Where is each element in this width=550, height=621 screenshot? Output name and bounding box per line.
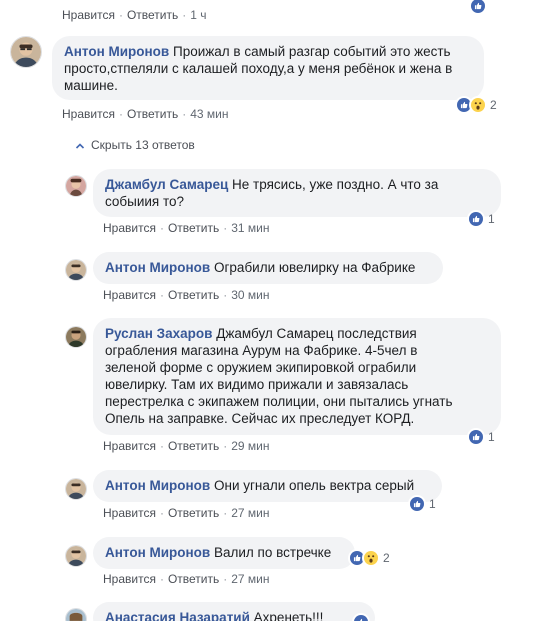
comment-actions: Нравится · Ответить · 43 мин [62, 107, 229, 121]
avatar[interactable] [65, 326, 87, 348]
reply-text-line: Опель на заправке. Сейчас их преследует … [105, 411, 415, 426]
reply-bubble: Джамбул Самарец Не трясись, уже поздно. … [93, 169, 501, 217]
timestamp[interactable]: 43 мин [190, 107, 228, 121]
reaction-count: 2 [490, 98, 497, 112]
timestamp[interactable]: 30 мин [231, 288, 269, 302]
like-link[interactable]: Нравится [103, 506, 156, 520]
like-reaction-icon [469, 0, 487, 15]
like-link[interactable]: Нравится [103, 439, 156, 453]
hide-replies-label: Скрыть 13 ответов [91, 138, 195, 152]
timestamp[interactable]: 27 мин [231, 572, 269, 586]
reply-link[interactable]: Ответить [127, 107, 178, 121]
like-link[interactable]: Нравится [103, 288, 156, 302]
reply-text-line: собыиия то? [105, 194, 185, 209]
reaction-summary[interactable]: 2 [455, 95, 497, 115]
reply-actions: Нравится · Ответить · 27 мин [103, 572, 270, 586]
reply-author[interactable]: Антон Миронов [105, 260, 210, 275]
reaction-count: 1 [488, 430, 495, 444]
avatar[interactable] [65, 478, 87, 500]
reply-link[interactable]: Ответить [168, 439, 219, 453]
like-link[interactable]: Нравится [62, 8, 115, 22]
wow-reaction-icon [469, 96, 487, 114]
timestamp[interactable]: 29 мин [231, 439, 269, 453]
reply-link[interactable]: Ответить [168, 288, 219, 302]
reply-link[interactable]: Ответить [168, 221, 219, 235]
reaction-count: 2 [383, 551, 390, 565]
reaction-summary[interactable] [352, 612, 370, 621]
reaction-summary[interactable]: 1 [467, 427, 495, 447]
reply-text-line: ограбления магазина Аурум на Фабрике. 4-… [105, 343, 418, 358]
reply-actions: Нравится · Ответить · 27 мин [103, 506, 270, 520]
chevron-up-icon [75, 140, 85, 150]
reply-author[interactable]: Антон Миронов [105, 478, 210, 493]
reaction-summary[interactable]: 2 [348, 548, 390, 568]
reply-text-line: Валил по встречке [214, 545, 332, 560]
like-reaction-icon [467, 210, 485, 228]
timestamp[interactable]: 27 мин [231, 506, 269, 520]
reply-actions: Нравится · Ответить · 31 мин [103, 221, 270, 235]
like-link[interactable]: Нравится [103, 221, 156, 235]
reaction-summary[interactable]: 1 [408, 494, 436, 514]
reply-text-line: Они угнали опель вектра серый [214, 478, 415, 493]
comment-bubble: Антон Миронов Проижал в самый разгар соб… [52, 36, 484, 100]
reply-author[interactable]: Анастасия Назаратий [105, 610, 250, 621]
reply-bubble: Руслан Захаров Джамбул Самарец последств… [93, 318, 501, 435]
reply-bubble: Антон Миронов Валил по встречке [93, 537, 355, 569]
reply-bubble: Антон Миронов Они угнали опель вектра се… [93, 470, 442, 502]
comment-text-line: машине. [64, 78, 118, 93]
wow-reaction-icon [362, 549, 380, 567]
reply-author[interactable]: Руслан Захаров [105, 326, 212, 341]
avatar[interactable] [65, 608, 87, 621]
reply-text-line: зеленой форме с оружием экипировкой огра… [105, 360, 417, 375]
reaction-count: 1 [488, 212, 495, 226]
reply-text-line: Не трясись, уже поздно. А что за [232, 177, 439, 192]
comment-text-line: Проижал в самый разгар событий это жесть [173, 44, 451, 59]
reply-link[interactable]: Ответить [127, 8, 178, 22]
reply-actions: Нравится · Ответить · 30 мин [103, 288, 270, 302]
prev-comment-actions: Нравится · Ответить · 1 ч [62, 8, 207, 22]
like-reaction-icon [408, 495, 426, 513]
reply-text-line: Джамбул Самарец последствия [216, 326, 417, 341]
reply-actions: Нравится · Ответить · 29 мин [103, 439, 270, 453]
reply-bubble: Антон Миронов Ограбили ювелирку на Фабри… [93, 252, 443, 284]
reply-text-line: ювелирку. Там их видимо прижали и завяза… [105, 377, 409, 392]
like-link[interactable]: Нравится [62, 107, 115, 121]
reaction-summary[interactable] [469, 0, 487, 16]
reply-link[interactable]: Ответить [168, 506, 219, 520]
reply-text-line: перестрелка с экипажем полиции, они пыта… [105, 394, 453, 409]
hide-replies-button[interactable]: Скрыть 13 ответов [75, 138, 195, 152]
reply-bubble: Анастасия Назаратий Ахренеть!!! [93, 602, 375, 621]
timestamp[interactable]: 31 мин [231, 221, 269, 235]
reaction-count: 1 [429, 497, 436, 511]
reply-author[interactable]: Антон Миронов [105, 545, 210, 560]
avatar[interactable] [65, 175, 87, 197]
like-reaction-icon [467, 428, 485, 446]
reply-link[interactable]: Ответить [168, 572, 219, 586]
comment-author[interactable]: Антон Миронов [64, 44, 169, 59]
reply-text-line: Ограбили ювелирку на Фабрике [214, 260, 416, 275]
reply-text-line: Ахренеть!!! [253, 610, 324, 621]
reply-author[interactable]: Джамбул Самарец [105, 177, 228, 192]
comment-text-line: просто,стпеляли с калашей походу,а у мен… [64, 61, 453, 76]
reaction-summary[interactable]: 1 [467, 209, 495, 229]
avatar[interactable] [65, 545, 87, 567]
avatar[interactable] [65, 259, 87, 281]
like-reaction-icon [352, 613, 370, 621]
timestamp[interactable]: 1 ч [190, 8, 206, 22]
like-link[interactable]: Нравится [103, 572, 156, 586]
avatar[interactable] [10, 36, 42, 68]
